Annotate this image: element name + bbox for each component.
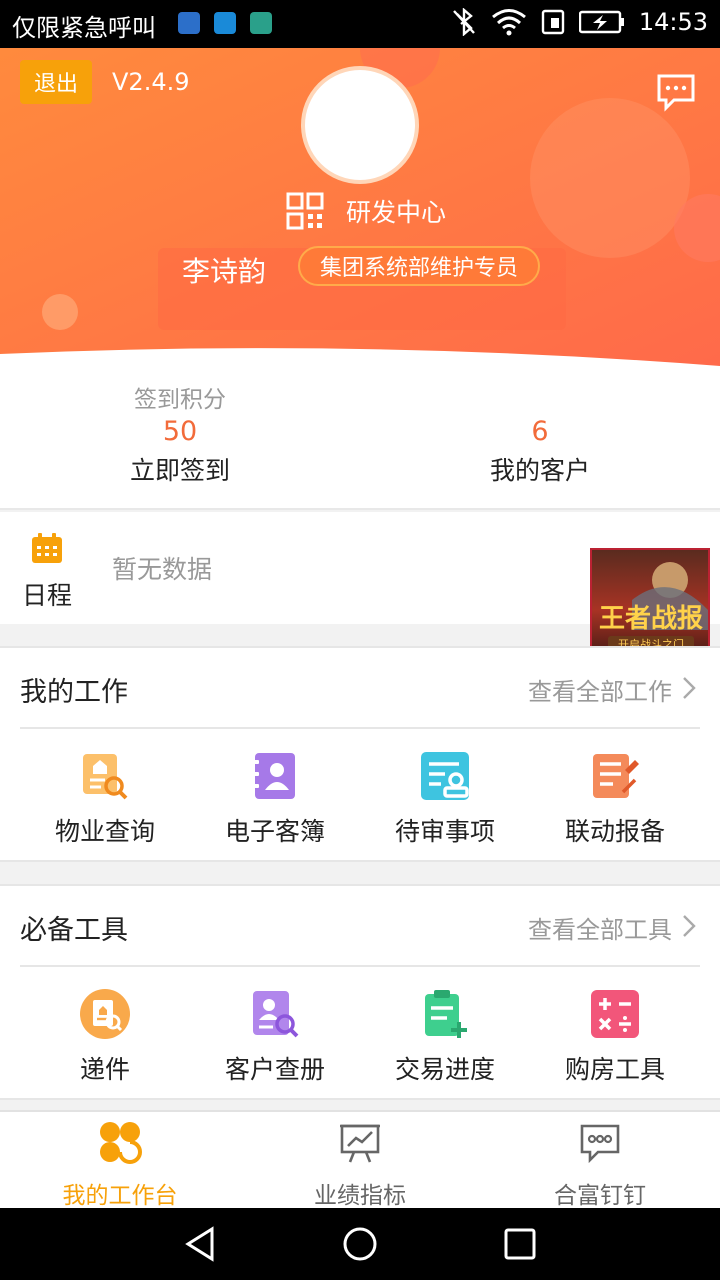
status-bar: 仅限紧急呼叫 14:53 bbox=[0, 0, 720, 48]
work-item-label: 联动报备 bbox=[564, 817, 665, 846]
tab-performance[interactable]: 业绩指标 bbox=[240, 1112, 480, 1210]
bottom-tab-bar: 我的工作台 业绩指标 合富钉钉 bbox=[0, 1110, 720, 1210]
report-icon bbox=[593, 754, 639, 798]
tools-section: 必备工具 查看全部工具 递件 客户查册 交易进度 购房工具 bbox=[0, 884, 720, 1100]
chat-bubble-icon bbox=[580, 1124, 620, 1164]
tool-item-label: 客户查册 bbox=[224, 1055, 325, 1084]
profile-header: 退出 V2.4.9 研发中心 李诗韵 集团系统部维护专员 bbox=[0, 48, 720, 368]
checkin-label: 立即签到 bbox=[129, 456, 230, 485]
message-icon[interactable] bbox=[656, 72, 696, 112]
tab-label: 我的工作台 bbox=[62, 1183, 178, 1209]
chart-board-icon bbox=[340, 1124, 380, 1163]
tool-item-submit-document[interactable]: 递件 bbox=[20, 968, 190, 1098]
stats-panel: 签到积分 50 立即签到 6 我的客户 bbox=[0, 368, 720, 510]
work-item-report[interactable]: 联动报备 bbox=[530, 730, 700, 860]
customers-label: 我的客户 bbox=[489, 456, 590, 485]
battery-charging-icon bbox=[578, 10, 624, 34]
tool-item-transaction-progress[interactable]: 交易进度 bbox=[360, 968, 530, 1098]
system-nav-bar bbox=[0, 1208, 720, 1280]
app-icon bbox=[214, 12, 236, 34]
department-row: 研发中心 bbox=[286, 192, 446, 230]
tab-dingtalk[interactable]: 合富钉钉 bbox=[480, 1112, 720, 1210]
calculator-icon bbox=[591, 990, 639, 1038]
customers-spacer bbox=[360, 380, 720, 412]
tab-label: 业绩指标 bbox=[314, 1183, 406, 1209]
ad-title: 王者战报 bbox=[598, 604, 703, 634]
department-name: 研发中心 bbox=[346, 198, 447, 227]
clock: 14:53 bbox=[638, 8, 708, 36]
carrier-text: 仅限紧急呼叫 bbox=[12, 14, 156, 42]
pending-review-icon bbox=[421, 752, 469, 800]
submit-document-icon bbox=[80, 989, 130, 1039]
tool-item-label: 购房工具 bbox=[564, 1055, 665, 1084]
chevron-right-icon[interactable] bbox=[682, 676, 696, 700]
app-version: V2.4.9 bbox=[112, 68, 190, 96]
transaction-progress-icon bbox=[425, 990, 467, 1038]
logout-button[interactable]: 退出 bbox=[20, 60, 92, 104]
divider bbox=[20, 965, 700, 967]
my-work-title: 我的工作 bbox=[20, 677, 128, 708]
schedule-empty-text: 暂无数据 bbox=[112, 555, 213, 584]
back-icon[interactable] bbox=[182, 1226, 218, 1262]
bluetooth-off-icon bbox=[452, 8, 475, 36]
property-search-icon bbox=[83, 754, 128, 800]
wifi-icon bbox=[491, 9, 526, 36]
shield-icon bbox=[250, 12, 272, 34]
points-label: 签到积分 bbox=[134, 387, 226, 413]
home-icon[interactable] bbox=[342, 1226, 378, 1262]
view-all-work-link[interactable]: 查看全部工作 bbox=[528, 672, 672, 707]
tool-item-calculator[interactable]: 购房工具 bbox=[530, 968, 700, 1098]
recents-icon[interactable] bbox=[503, 1226, 537, 1262]
my-work-grid: 物业查询 电子客簿 待审事项 联动报备 bbox=[0, 730, 720, 860]
clover-icon bbox=[100, 1122, 142, 1164]
tools-header[interactable]: 必备工具 查看全部工具 bbox=[0, 886, 720, 966]
tool-item-label: 交易进度 bbox=[394, 1055, 495, 1084]
tab-workbench[interactable]: 我的工作台 bbox=[0, 1112, 240, 1210]
sim-icon bbox=[541, 9, 565, 35]
role-badge: 集团系统部维护专员 bbox=[298, 246, 541, 286]
my-work-section: 我的工作 查看全部工作 物业查询 电子客簿 待审事项 联动报备 bbox=[0, 646, 720, 862]
work-item-contact-book[interactable]: 电子客簿 bbox=[190, 730, 360, 860]
tools-grid: 递件 客户查册 交易进度 购房工具 bbox=[0, 968, 720, 1098]
qr-code-icon[interactable] bbox=[286, 192, 324, 230]
work-item-property-search[interactable]: 物业查询 bbox=[20, 730, 190, 860]
contact-book-icon bbox=[252, 753, 295, 799]
notification-icon bbox=[178, 12, 200, 34]
avatar[interactable] bbox=[301, 66, 419, 184]
user-name: 李诗韵 bbox=[182, 255, 267, 288]
chevron-right-icon[interactable] bbox=[682, 914, 696, 938]
calendar-icon bbox=[32, 533, 62, 563]
work-item-label: 待审事项 bbox=[394, 817, 495, 846]
work-item-label: 物业查询 bbox=[54, 817, 155, 846]
work-item-label: 电子客簿 bbox=[224, 817, 325, 846]
customers-stat[interactable]: 6 我的客户 bbox=[360, 380, 720, 487]
tab-label: 合富钉钉 bbox=[554, 1183, 646, 1209]
tool-item-label: 递件 bbox=[79, 1055, 130, 1084]
my-work-header[interactable]: 我的工作 查看全部工作 bbox=[0, 648, 720, 728]
checkin-stat[interactable]: 签到积分 50 立即签到 bbox=[0, 380, 360, 487]
customers-value: 6 bbox=[531, 416, 549, 447]
points-value: 50 bbox=[162, 416, 198, 447]
view-all-tools-link[interactable]: 查看全部工具 bbox=[528, 910, 672, 945]
schedule-label: 日程 bbox=[22, 581, 73, 610]
work-item-pending-review[interactable]: 待审事项 bbox=[360, 730, 530, 860]
divider bbox=[20, 727, 700, 729]
tool-item-customer-lookup[interactable]: 客户查册 bbox=[190, 968, 360, 1098]
customer-lookup-icon bbox=[253, 991, 299, 1038]
tools-title: 必备工具 bbox=[20, 915, 128, 946]
